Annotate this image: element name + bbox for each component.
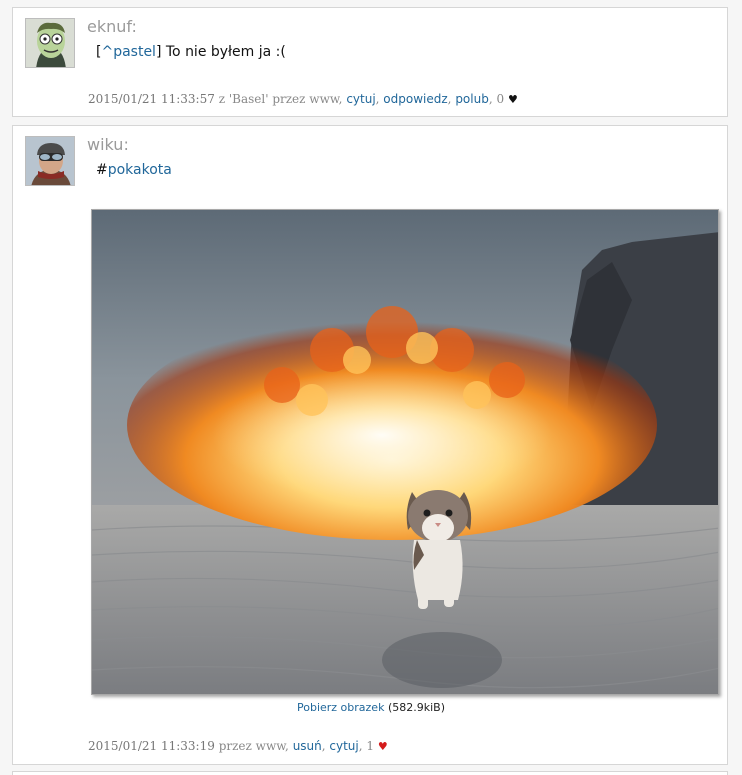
meta-z-label: z <box>214 92 229 106</box>
post-message: [^pastel] To nie byłem ja :( <box>96 44 286 60</box>
author-name[interactable]: wiku: <box>87 135 129 154</box>
heart-icon: ♥ <box>507 93 518 106</box>
meta-przez: przez www, <box>214 739 293 753</box>
delete-button[interactable]: usuń <box>293 739 322 753</box>
post-wiku: wiku: #pokakota Pobierz obrazek (582.9ki… <box>12 125 728 765</box>
timestamp[interactable]: 2015/01/21 11:33:19 <box>88 739 215 753</box>
reply-bracket-close: ] <box>155 44 166 60</box>
like-count: 1 <box>366 739 375 753</box>
download-image-link[interactable]: Pobierz obrazek <box>297 701 384 714</box>
post-image[interactable] <box>91 209 719 695</box>
hashtag-symbol: # <box>96 162 108 178</box>
like-count: 0 <box>496 92 505 106</box>
post-meta: 2015/01/21 11:33:57 z 'Basel' przez www,… <box>88 92 518 106</box>
post-text: To nie byłem ja :( <box>165 44 286 60</box>
quote-button[interactable]: cytuj <box>346 92 375 106</box>
reply-link[interactable]: ^pastel <box>101 44 155 60</box>
meta-przez: przez www, <box>268 92 347 106</box>
like-button[interactable]: polub <box>455 92 489 106</box>
hashtag-link[interactable]: pokakota <box>108 162 172 178</box>
next-post-edge <box>12 771 728 775</box>
heart-icon[interactable]: ♥ <box>378 740 388 753</box>
quote-button[interactable]: cytuj <box>329 739 358 753</box>
avatar-eknuf[interactable] <box>25 18 75 68</box>
reply-button[interactable]: odpowiedz <box>383 92 447 106</box>
avatar-wiku[interactable] <box>25 136 75 186</box>
meta-location: 'Basel' <box>228 92 269 106</box>
author-name[interactable]: eknuf: <box>87 17 137 36</box>
post-eknuf: eknuf: [^pastel] To nie byłem ja :( 2015… <box>12 7 728 117</box>
image-caption: Pobierz obrazek (582.9kiB) <box>13 701 729 714</box>
image-size: (582.9kiB) <box>387 701 445 714</box>
timestamp[interactable]: 2015/01/21 11:33:57 <box>88 92 215 106</box>
post-message: #pokakota <box>96 162 172 178</box>
post-meta: 2015/01/21 11:33:19 przez www, usuń, cyt… <box>88 739 388 753</box>
